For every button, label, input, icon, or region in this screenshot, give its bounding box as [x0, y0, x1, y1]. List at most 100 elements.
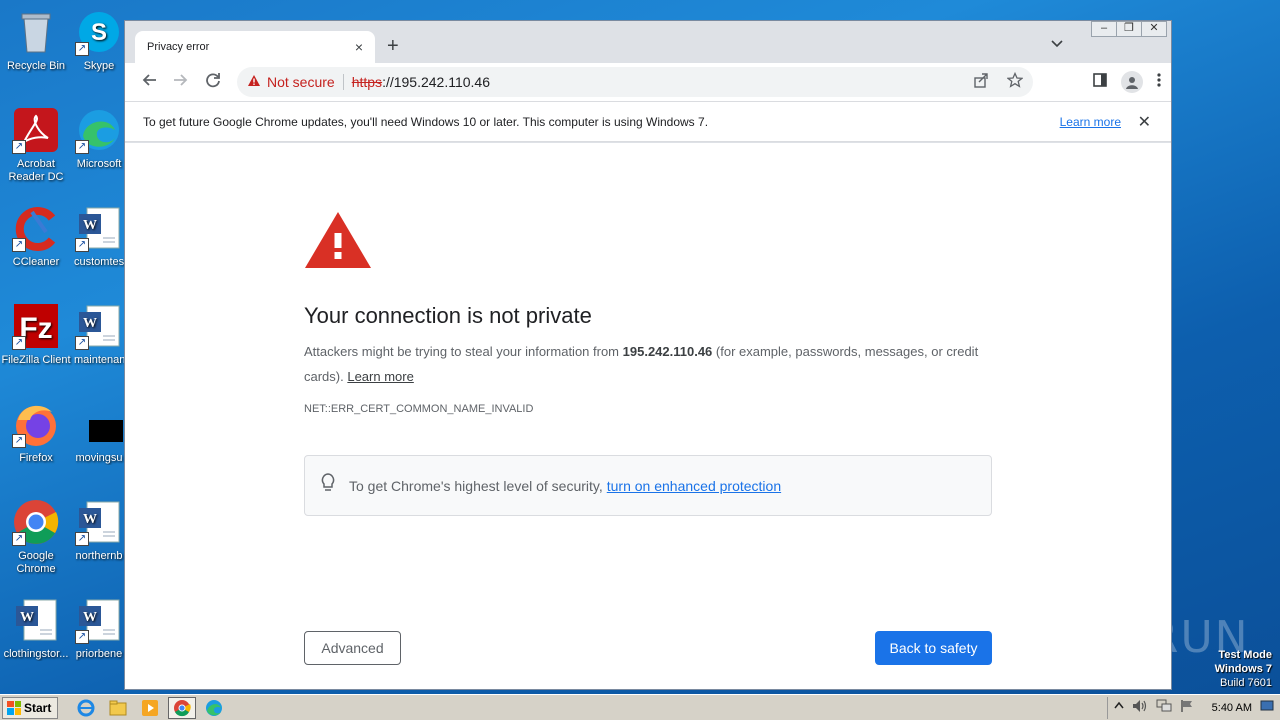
word-document-icon: W ↗ — [75, 498, 123, 546]
url-host: ://195.242.110.46 — [382, 74, 491, 90]
infobar-learn-more-link[interactable]: Learn more — [1060, 115, 1121, 129]
enhanced-protection-box: To get Chrome's highest level of securit… — [304, 455, 992, 516]
watermark-line2: Windows 7 — [1214, 663, 1272, 675]
svg-text:W: W — [83, 218, 97, 233]
url-text[interactable]: https://195.242.110.46 — [352, 74, 490, 90]
desktop-icon-clothingstor[interactable]: W clothingstor... — [0, 596, 74, 661]
desktop-icon-priorbene[interactable]: W ↗ priorbene — [74, 596, 124, 661]
shortcut-arrow-icon: ↗ — [75, 630, 89, 644]
interstitial-page: Your connection is not private Attackers… — [125, 143, 1171, 689]
desktop-icon-filezilla[interactable]: Fz ↗ FileZilla Client — [0, 302, 74, 367]
shortcut-arrow-icon: ↗ — [75, 532, 89, 546]
profile-avatar-icon[interactable] — [1121, 71, 1143, 93]
desktop-icon-firefox[interactable]: ↗ Firefox — [0, 400, 74, 465]
tray-chevron-up-icon[interactable] — [1114, 701, 1124, 714]
word-document-icon: W ↗ — [75, 302, 123, 350]
action-center-flag-icon[interactable] — [1180, 699, 1194, 716]
shortcut-arrow-icon: ↗ — [75, 140, 89, 154]
tab-close-icon[interactable]: × — [355, 39, 363, 55]
desktop-icon-microsoft-edge[interactable]: ↗ Microsoft — [74, 106, 124, 171]
start-label: Start — [24, 700, 52, 715]
forward-arrow-icon[interactable] — [165, 72, 197, 93]
infobar-text: To get future Google Chrome updates, you… — [143, 114, 709, 129]
desktop-icon-ccleaner[interactable]: ↗ CCleaner — [0, 204, 74, 269]
browser-toolbar: Not secure https://195.242.110.46 — [125, 63, 1171, 101]
filezilla-icon: Fz ↗ — [12, 302, 60, 350]
taskbar: Start 5:40 AM — [0, 694, 1280, 720]
omnibox-actions — [973, 71, 1024, 92]
shortcut-arrow-icon: ↗ — [12, 532, 26, 546]
advanced-button[interactable]: Advanced — [304, 631, 401, 665]
tab-title: Privacy error — [147, 41, 210, 53]
desktop-icon-customtes[interactable]: W ↗ customtes — [74, 204, 124, 269]
tab-privacy-error[interactable]: Privacy error × — [135, 31, 375, 63]
shortcut-arrow-icon: ↗ — [12, 336, 26, 350]
start-button[interactable]: Start — [2, 696, 59, 719]
taskbar-edge-icon[interactable] — [200, 697, 228, 719]
url-scheme: https — [351, 74, 383, 90]
window-controls: ‒ ❐ ✕ — [1091, 21, 1167, 37]
toolbar-right — [1093, 71, 1161, 93]
bookmark-star-icon[interactable] — [1006, 71, 1024, 92]
not-secure-label[interactable]: Not secure — [267, 74, 335, 90]
word-document-icon: W ↗ — [75, 596, 123, 644]
close-window-button[interactable]: ✕ — [1141, 21, 1167, 37]
word-document-icon: W ↗ — [75, 204, 123, 252]
system-tray: 5:40 AM — [1106, 696, 1280, 719]
shortcut-arrow-icon: ↗ — [75, 336, 89, 350]
taskbar-chrome-icon[interactable] — [168, 696, 197, 719]
shortcut-arrow-icon: ↗ — [12, 434, 26, 448]
edge-icon: ↗ — [75, 106, 123, 154]
update-infobar: To get future Google Chrome updates, you… — [125, 101, 1171, 142]
svg-text:S: S — [91, 19, 107, 46]
side-panel-icon[interactable] — [1093, 73, 1107, 91]
enhanced-protection-link[interactable]: turn on enhanced protection — [607, 478, 781, 494]
desktop-icon-maintenan[interactable]: W ↗ maintenan — [74, 302, 124, 367]
error-code: NET::ERR_CERT_COMMON_NAME_INVALID — [304, 403, 534, 415]
back-to-safety-button[interactable]: Back to safety — [875, 631, 992, 665]
lightbulb-icon — [321, 473, 335, 498]
new-tab-button[interactable]: + — [387, 35, 399, 58]
menu-kebab-icon[interactable] — [1157, 72, 1161, 92]
firefox-icon: ↗ — [12, 400, 60, 448]
svg-text:W: W — [83, 316, 97, 331]
desktop-icon-recycle-bin[interactable]: Recycle Bin — [0, 8, 74, 73]
desktop-icon-acrobat[interactable]: ↗ Acrobat Reader DC — [0, 106, 74, 184]
share-icon[interactable] — [973, 72, 989, 92]
desktop-icon-northernb[interactable]: W ↗ northernb — [74, 498, 124, 563]
shortcut-arrow-icon: ↗ — [12, 140, 26, 154]
test-mode-watermark: Test Mode Windows 7 Build 7601 — [1215, 648, 1272, 690]
tab-search-chevron-icon[interactable] — [1051, 37, 1063, 51]
clock[interactable]: 5:40 AM — [1212, 702, 1252, 714]
shortcut-arrow-icon: ↗ — [12, 238, 26, 252]
volume-icon[interactable] — [1132, 699, 1148, 716]
learn-more-link[interactable]: Learn more — [347, 369, 413, 384]
chrome-icon: ↗ — [12, 498, 60, 546]
reload-icon[interactable] — [197, 72, 229, 93]
warning-icon[interactable] — [247, 74, 261, 90]
svg-text:W: W — [83, 512, 97, 527]
infobar-close-icon[interactable]: ✕ — [1138, 112, 1151, 132]
restore-button[interactable]: ❐ — [1116, 21, 1142, 37]
taskbar-explorer-icon[interactable] — [104, 697, 132, 719]
desktop-icon-movingsu[interactable]: movingsu — [74, 400, 124, 465]
error-description: Attackers might be trying to steal your … — [304, 339, 994, 389]
chrome-window: ‒ ❐ ✕ Privacy error × + Not secure https… — [124, 20, 1172, 690]
minimize-button[interactable]: ‒ — [1091, 21, 1117, 37]
desktop-icon-google-chrome[interactable]: ↗ Google Chrome — [0, 498, 74, 576]
skype-icon: S ↗ — [75, 8, 123, 56]
black-file-icon — [75, 400, 124, 448]
desc-host: 195.242.110.46 — [622, 344, 713, 359]
red-warning-triangle-icon — [304, 211, 372, 274]
ccleaner-icon: ↗ — [12, 204, 60, 252]
watermark-line1: Test Mode — [1218, 649, 1272, 661]
taskbar-ie-icon[interactable] — [72, 697, 100, 719]
taskbar-media-player-icon[interactable] — [136, 697, 164, 719]
network-icon[interactable] — [1156, 699, 1172, 716]
svg-text:W: W — [83, 610, 97, 625]
address-bar[interactable]: Not secure https://195.242.110.46 — [237, 67, 1033, 97]
back-arrow-icon[interactable] — [133, 72, 165, 93]
desktop-icon-skype[interactable]: S ↗ Skype — [74, 8, 124, 73]
show-desktop-icon[interactable] — [1260, 700, 1274, 715]
shortcut-arrow-icon: ↗ — [75, 42, 89, 56]
